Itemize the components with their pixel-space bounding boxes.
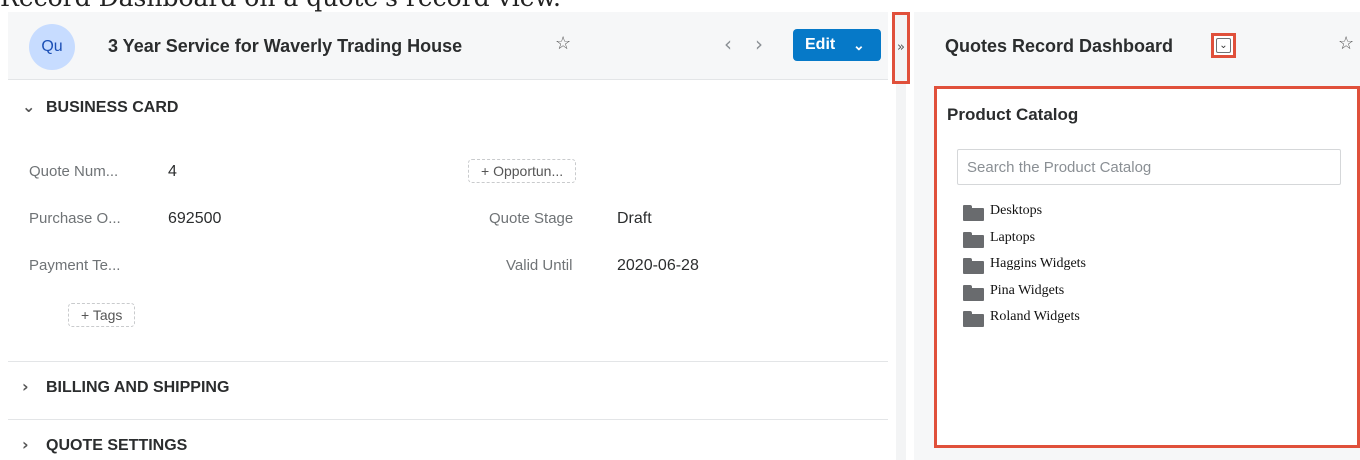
panel-title: BILLING AND SHIPPING (46, 379, 230, 396)
catalog-folder-label: Laptops (990, 229, 1036, 245)
catalog-folder-label: Pina Widgets (990, 282, 1065, 298)
catalog-folder-label: Haggins Widgets (990, 256, 1087, 271)
toggle-dashboard-icon[interactable]: » (892, 12, 910, 84)
folder-icon (963, 311, 984, 327)
folder-icon (963, 231, 984, 248)
panel-divider (8, 361, 888, 362)
valid-until-value[interactable]: 2020-06-28 (617, 257, 699, 275)
chevron-down-icon: ⌄ (1216, 38, 1231, 53)
folder-icon (963, 205, 984, 221)
folder-icon (963, 258, 984, 274)
quote-stage-label: Quote Stage (489, 210, 574, 227)
edit-actions-chevron-icon[interactable]: ⌄ (853, 29, 865, 61)
dashboard-title: Quotes Record Dashboard (945, 36, 1174, 56)
avatar: Qu (29, 24, 75, 70)
panel-title: BUSINESS CARD (46, 99, 179, 116)
add-tags-button[interactable]: + Tags (68, 303, 136, 327)
record-header: Qu 3 Year Service for Waverly Trading Ho… (8, 12, 888, 80)
record-view: Qu 3 Year Service for Waverly Trading Ho… (8, 12, 888, 460)
dashboard-menu-button[interactable]: ⌄ (1211, 33, 1236, 58)
payment-terms-label: Payment Te... (29, 257, 121, 274)
purchase-order-label: Purchase O... (29, 210, 121, 227)
screenshot-caption: Record Dashboard on a quote's record vie… (0, 0, 1360, 12)
next-record-icon[interactable]: › (755, 32, 763, 56)
valid-until-label: Valid Until (506, 257, 573, 274)
panel-header-quote-settings[interactable]: › QUOTE SETTINGS (8, 426, 888, 460)
product-catalog-dashlet: Product Catalog Desktops Laptops Haggins… (934, 86, 1360, 448)
catalog-search-input[interactable] (957, 149, 1341, 185)
record-dashboard: Quotes Record Dashboard ⌄ ☆ Product Cata… (914, 12, 1360, 460)
panel-divider (8, 419, 888, 420)
quote-stage-value[interactable]: Draft (617, 210, 652, 228)
chevron-right-icon: › (22, 435, 29, 454)
panel-header-billing-shipping[interactable]: › BILLING AND SHIPPING (8, 368, 888, 408)
catalog-folder-label: Desktops (990, 203, 1043, 218)
edit-button-label: Edit (805, 36, 836, 53)
catalog-folder-label: Roland Widgets (990, 309, 1080, 324)
panel-header-business-card[interactable]: ⌄ BUSINESS CARD (8, 88, 888, 128)
previous-record-icon[interactable]: ‹ (724, 32, 732, 56)
add-opportunity-button[interactable]: + Opportun... (468, 159, 577, 183)
quote-number-label: Quote Num... (29, 163, 119, 180)
chevron-down-icon: ⌄ (22, 97, 36, 116)
dashlet-title: Product Catalog (947, 105, 1079, 124)
record-title: 3 Year Service for Waverly Trading House (108, 36, 463, 56)
quote-number-value[interactable]: 4 (168, 163, 177, 181)
panel-title: QUOTE SETTINGS (46, 437, 188, 454)
folder-icon (963, 284, 984, 301)
edit-button[interactable]: Edit ⌄ (793, 29, 881, 61)
chevron-right-icon: › (22, 377, 29, 396)
favorite-star-icon[interactable]: ☆ (555, 33, 571, 54)
purchase-order-value[interactable]: 692500 (168, 210, 221, 228)
dashboard-favorite-star-icon[interactable]: ☆ (1338, 33, 1354, 54)
